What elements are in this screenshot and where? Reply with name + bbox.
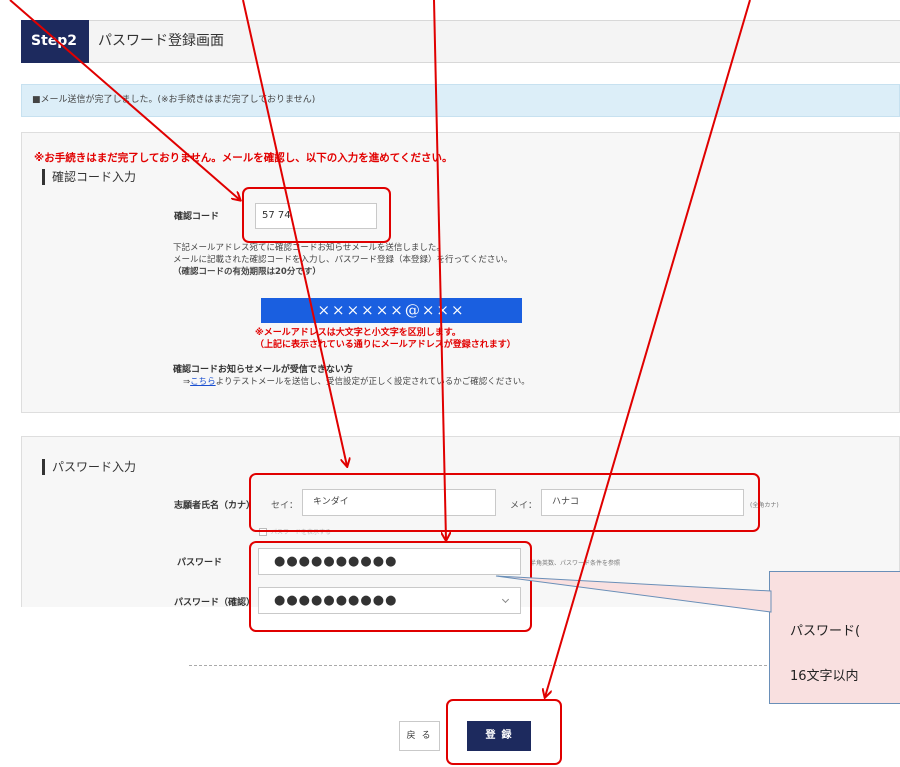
confirm-code-heading: 確認コード入力 [42,169,136,185]
page-title: パスワード登録画面 [98,33,224,49]
password-label: パスワード [177,558,223,568]
back-button[interactable]: 戻る [399,721,440,751]
warning-text: ※お手続きはまだ完了しておりません。メールを確認し、以下の入力を進めてください。 [34,152,453,164]
info-line-1: 下記メールアドレス宛てに確認コードお知らせメールを送信しました。 [173,243,445,253]
dashed-divider [189,665,772,666]
info-text: 下記メールアドレス宛てに確認コードお知らせメールを送信しました。 メールに記載さ… [173,242,673,278]
step-badge: Step2 [21,20,89,63]
case-note-line-2: （上記に表示されている通りにメールアドレスが登録されます） [255,340,516,350]
test-mail-link[interactable]: こちら [190,377,216,387]
kana-name-label: 志願者氏名（カナ） [174,501,256,511]
no-mail-title: 確認コードお知らせメールが受信できない方 [173,365,353,375]
password-heading: パスワード入力 [42,459,136,475]
callout-line-1: パスワード( [790,624,861,639]
info-line-2: メールに記載された確認コードを入力し、パスワード登録（本登録）を行ってください。 [173,255,513,265]
annotation-box-kana [249,473,760,532]
annotation-box-code [242,187,391,243]
annotation-box-password [249,541,532,632]
case-sensitivity-note: ※メールアドレスは大文字と小文字を区別します。 （上記に表示されている通りにメー… [255,327,595,351]
no-mail-suffix: よりテストメールを送信し、受信設定が正しく設定されているかご確認ください。 [215,377,530,387]
email-display: ××××××@××× [261,298,522,323]
callout-line-2: 16文字以内 [790,669,859,684]
info-line-3: （確認コードの有効期限は20分です） [173,267,321,277]
case-note-line-1: ※メールアドレスは大文字と小文字を区別します。 [255,328,461,338]
password-confirm-label: パスワード（確認） [174,598,256,608]
annotation-box-submit [446,699,562,765]
no-mail-line: ⇒こちらよりテストメールを送信し、受信設定が正しく設定されているかご確認ください… [183,375,530,387]
password-hint: 半角英数、パスワード条件を参照 [530,560,621,567]
notice-bar: ■メール送信が完了しました。(※お手続きはまだ完了しておりません) [21,84,900,117]
confirm-code-label: 確認コード [174,212,220,222]
